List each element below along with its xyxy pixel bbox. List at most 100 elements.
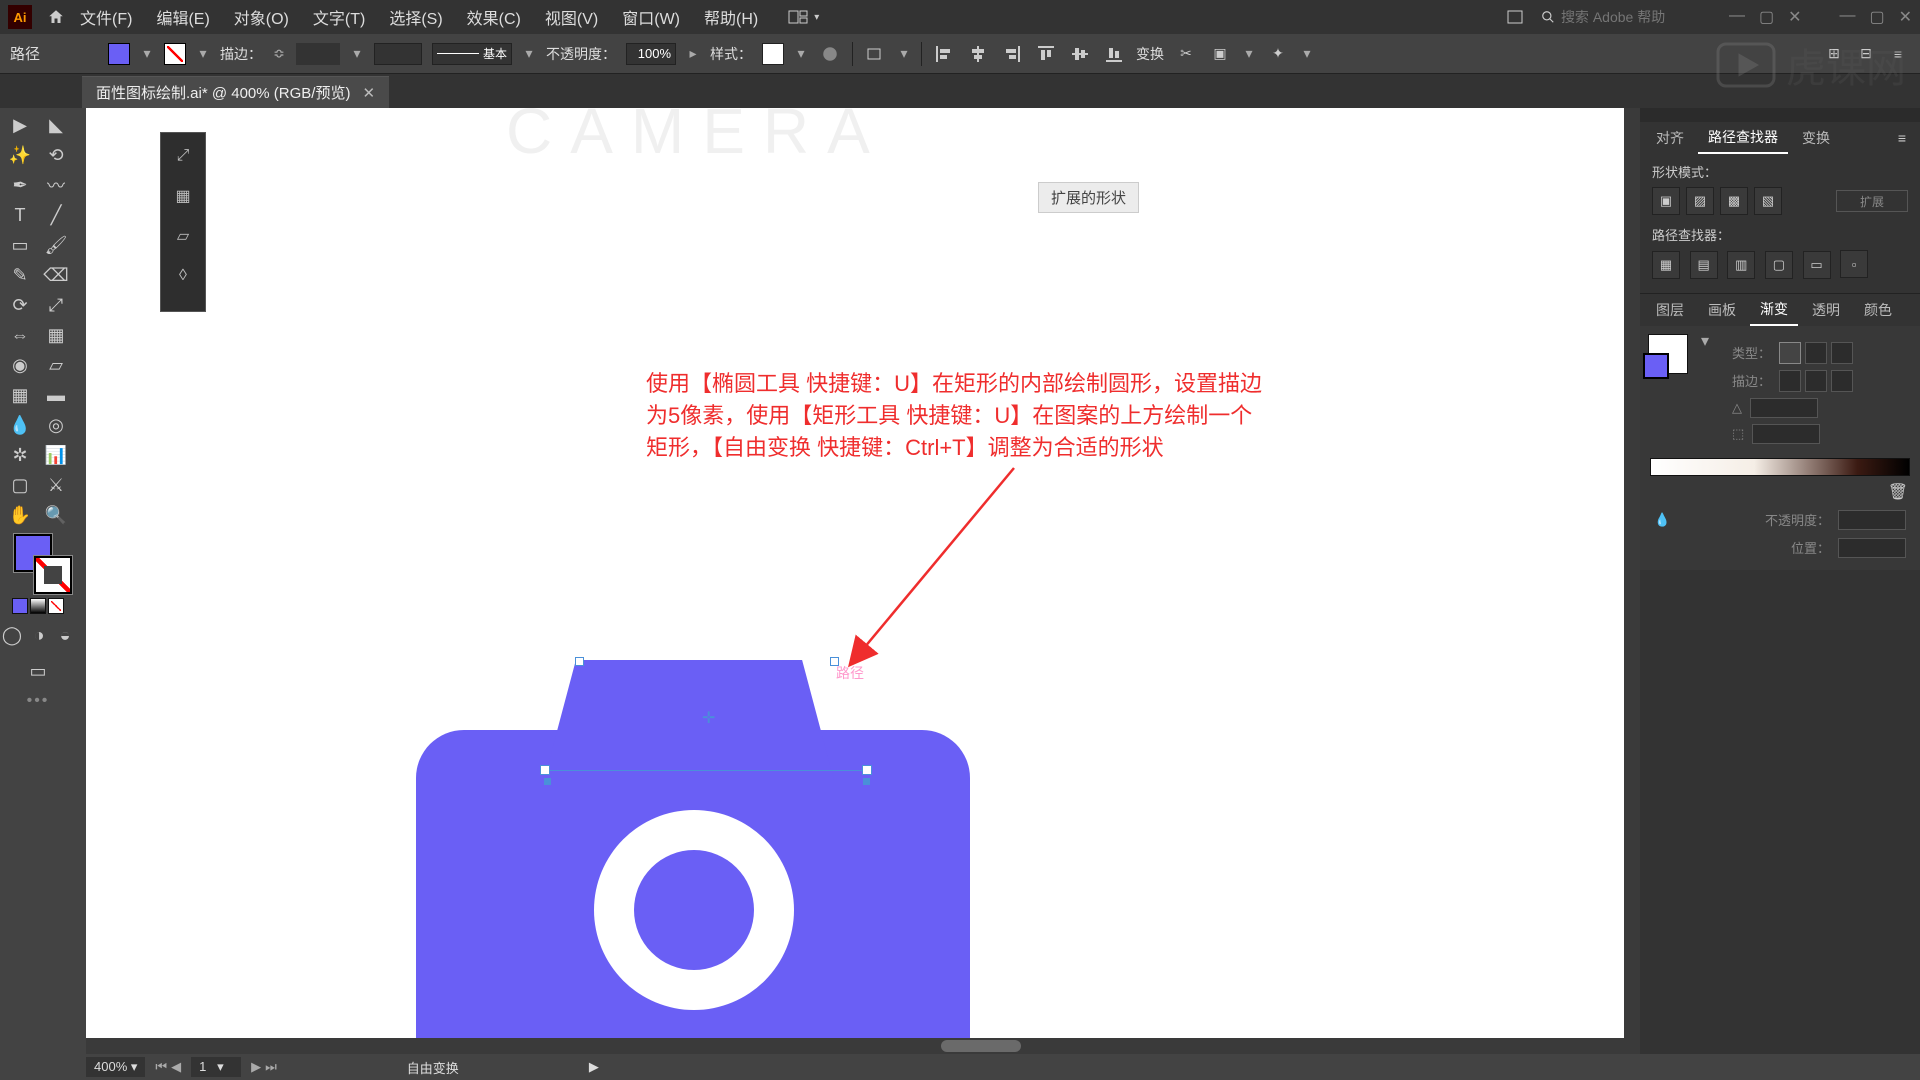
pen-tool[interactable]: ✒ xyxy=(2,170,38,200)
ft-perspective-icon[interactable]: ▱ xyxy=(170,223,196,249)
scale-tool[interactable]: ⤢ xyxy=(38,290,74,320)
align-hcenter-icon[interactable] xyxy=(966,42,990,66)
intersect-icon[interactable]: ▩ xyxy=(1720,187,1748,215)
recolor-artwork-icon[interactable] xyxy=(818,42,842,66)
ctrlbar-extra2-icon[interactable]: ⊟ xyxy=(1854,42,1878,66)
menu-effect[interactable]: 效果(C) xyxy=(455,0,533,37)
help-search[interactable] xyxy=(1541,9,1701,25)
brush-dd[interactable]: ▾ xyxy=(522,47,536,61)
transform-center-icon[interactable]: ✛ xyxy=(702,708,715,728)
ft-distort-icon[interactable]: ◊ xyxy=(170,263,196,289)
style-dd[interactable]: ▾ xyxy=(794,47,808,61)
close-icon[interactable]: ✕ xyxy=(1899,7,1912,27)
fill-stroke-indicator[interactable] xyxy=(14,534,72,594)
stroke-color-box[interactable] xyxy=(34,556,72,594)
camera-viewfinder-shape[interactable] xyxy=(544,660,834,780)
workspace-switcher[interactable]: ▾ xyxy=(788,10,819,24)
gradient-preview-swatch[interactable] xyxy=(1648,334,1688,374)
align-left-icon[interactable] xyxy=(932,42,956,66)
screen-mode-icon[interactable]: ▭ xyxy=(23,656,53,686)
stroke-weight-dd[interactable]: ▾ xyxy=(350,47,364,61)
outline-icon[interactable]: ▭ xyxy=(1803,251,1831,279)
menu-edit[interactable]: 编辑(E) xyxy=(144,0,221,37)
grad-stroke-2-icon[interactable] xyxy=(1805,370,1827,392)
sub-close-icon[interactable]: ✕ xyxy=(1788,7,1801,27)
ctrlbar-extra1-icon[interactable]: ⊞ xyxy=(1822,42,1846,66)
draw-behind-icon[interactable]: ◑ xyxy=(30,620,48,650)
rectangle-tool[interactable]: ▭ xyxy=(2,230,38,260)
draw-normal-icon[interactable]: ◯ xyxy=(2,620,22,650)
home-icon[interactable] xyxy=(44,5,68,29)
more-icon[interactable]: ✦ xyxy=(1266,42,1290,66)
type-tool[interactable]: T xyxy=(2,200,38,230)
shape-builder-tool[interactable]: ◉ xyxy=(2,350,38,380)
grad-stroke-1-icon[interactable] xyxy=(1779,370,1801,392)
canvas[interactable]: CAMERA ⤢ ▦ ▱ ◊ 扩展的形状 使用【椭圆工具 快捷键：U】在矩形的内… xyxy=(86,108,1640,1054)
sel-handle-br[interactable] xyxy=(863,766,871,774)
document-tab-close-icon[interactable]: ✕ xyxy=(362,84,375,102)
paintbrush-tool[interactable]: 🖌 xyxy=(38,230,74,260)
free-transform-tool[interactable]: ▦ xyxy=(38,320,74,350)
panel-tab-artboards[interactable]: 画板 xyxy=(1698,295,1746,325)
panel-tab-transform[interactable]: 变换 xyxy=(1792,123,1840,153)
opacity-dd[interactable]: ▸ xyxy=(686,47,700,61)
minus-front-icon[interactable]: ▨ xyxy=(1686,187,1714,215)
brush-definition[interactable]: 基本 xyxy=(432,43,512,65)
variable-width-profile[interactable] xyxy=(374,43,422,65)
graph-tool[interactable]: 📊 xyxy=(38,440,74,470)
draw-inside-icon[interactable]: ◒ xyxy=(56,620,74,650)
transform-link[interactable]: 变换 xyxy=(1136,44,1164,64)
align-mode-icon[interactable] xyxy=(863,42,887,66)
edit-toolbar-icon[interactable]: ••• xyxy=(2,686,74,716)
ft-free-icon[interactable]: ▦ xyxy=(170,183,196,209)
mode-none[interactable] xyxy=(48,598,64,614)
eraser-tool[interactable]: ⌫ xyxy=(38,260,74,290)
ctrlbar-menu-icon[interactable]: ≡ xyxy=(1886,42,1910,66)
artboard-next-icon[interactable]: ▶ xyxy=(251,1059,261,1075)
document-tab[interactable]: 面性图标绘制.ai* @ 400% (RGB/预览) ✕ xyxy=(82,76,389,108)
stroke-swatch[interactable] xyxy=(164,43,186,65)
grad-type-radial-icon[interactable] xyxy=(1805,342,1827,364)
help-search-input[interactable] xyxy=(1561,9,1701,25)
graphic-style[interactable] xyxy=(762,43,784,65)
grad-type-linear-icon[interactable] xyxy=(1779,342,1801,364)
maximize-icon[interactable]: ▢ xyxy=(1869,7,1884,27)
slice-tool[interactable]: ⚔ xyxy=(38,470,74,500)
status-disclosure-icon[interactable]: ▶ xyxy=(589,1059,599,1075)
trim-icon[interactable]: ▤ xyxy=(1690,251,1718,279)
artboard-first-icon[interactable]: ⏮ xyxy=(155,1059,167,1075)
menu-type[interactable]: 文字(T) xyxy=(301,0,377,37)
width-tool[interactable]: ⇔ xyxy=(2,320,38,350)
menu-file[interactable]: 文件(F) xyxy=(68,0,144,37)
align-top-icon[interactable] xyxy=(1034,42,1058,66)
menu-help[interactable]: 帮助(H) xyxy=(692,0,770,37)
grad-eyedropper-icon[interactable]: 💧 xyxy=(1654,512,1670,528)
minus-back-icon[interactable]: ▫ xyxy=(1840,250,1868,278)
panel-menu-icon[interactable]: ≡ xyxy=(1890,126,1914,150)
panel-tab-color[interactable]: 颜色 xyxy=(1854,295,1902,325)
fill-dropdown[interactable]: ▾ xyxy=(140,47,154,61)
merge-icon[interactable]: ▥ xyxy=(1727,251,1755,279)
gradient-slider[interactable] xyxy=(1650,458,1910,476)
anchor-br[interactable] xyxy=(863,778,870,785)
ft-constrain-icon[interactable]: ⤢ xyxy=(170,143,196,169)
hand-tool[interactable]: ✋ xyxy=(2,500,38,530)
unite-icon[interactable]: ▣ xyxy=(1652,187,1680,215)
free-transform-widget[interactable]: ⤢ ▦ ▱ ◊ xyxy=(160,132,206,312)
anchor-bl[interactable] xyxy=(544,778,551,785)
crop-icon[interactable]: ▢ xyxy=(1765,251,1793,279)
artboard-tool[interactable]: ▢ xyxy=(2,470,38,500)
expand-button[interactable]: 扩展 xyxy=(1836,190,1908,212)
align-bottom-icon[interactable] xyxy=(1102,42,1126,66)
mode-color[interactable] xyxy=(12,598,28,614)
delete-stop-icon[interactable]: 🗑 xyxy=(1888,482,1908,502)
line-tool[interactable]: ╱ xyxy=(38,200,74,230)
curvature-tool[interactable]: 〰 xyxy=(38,170,74,200)
eyedropper-tool[interactable]: 💧 xyxy=(2,410,38,440)
divide-icon[interactable]: ▦ xyxy=(1652,251,1680,279)
gradient-preview-dd[interactable]: ▾ xyxy=(1698,334,1712,348)
isolate-icon[interactable]: ✂ xyxy=(1174,42,1198,66)
grad-type-freeform-icon[interactable] xyxy=(1831,342,1853,364)
align-vcenter-icon[interactable] xyxy=(1068,42,1092,66)
grad-stroke-3-icon[interactable] xyxy=(1831,370,1853,392)
